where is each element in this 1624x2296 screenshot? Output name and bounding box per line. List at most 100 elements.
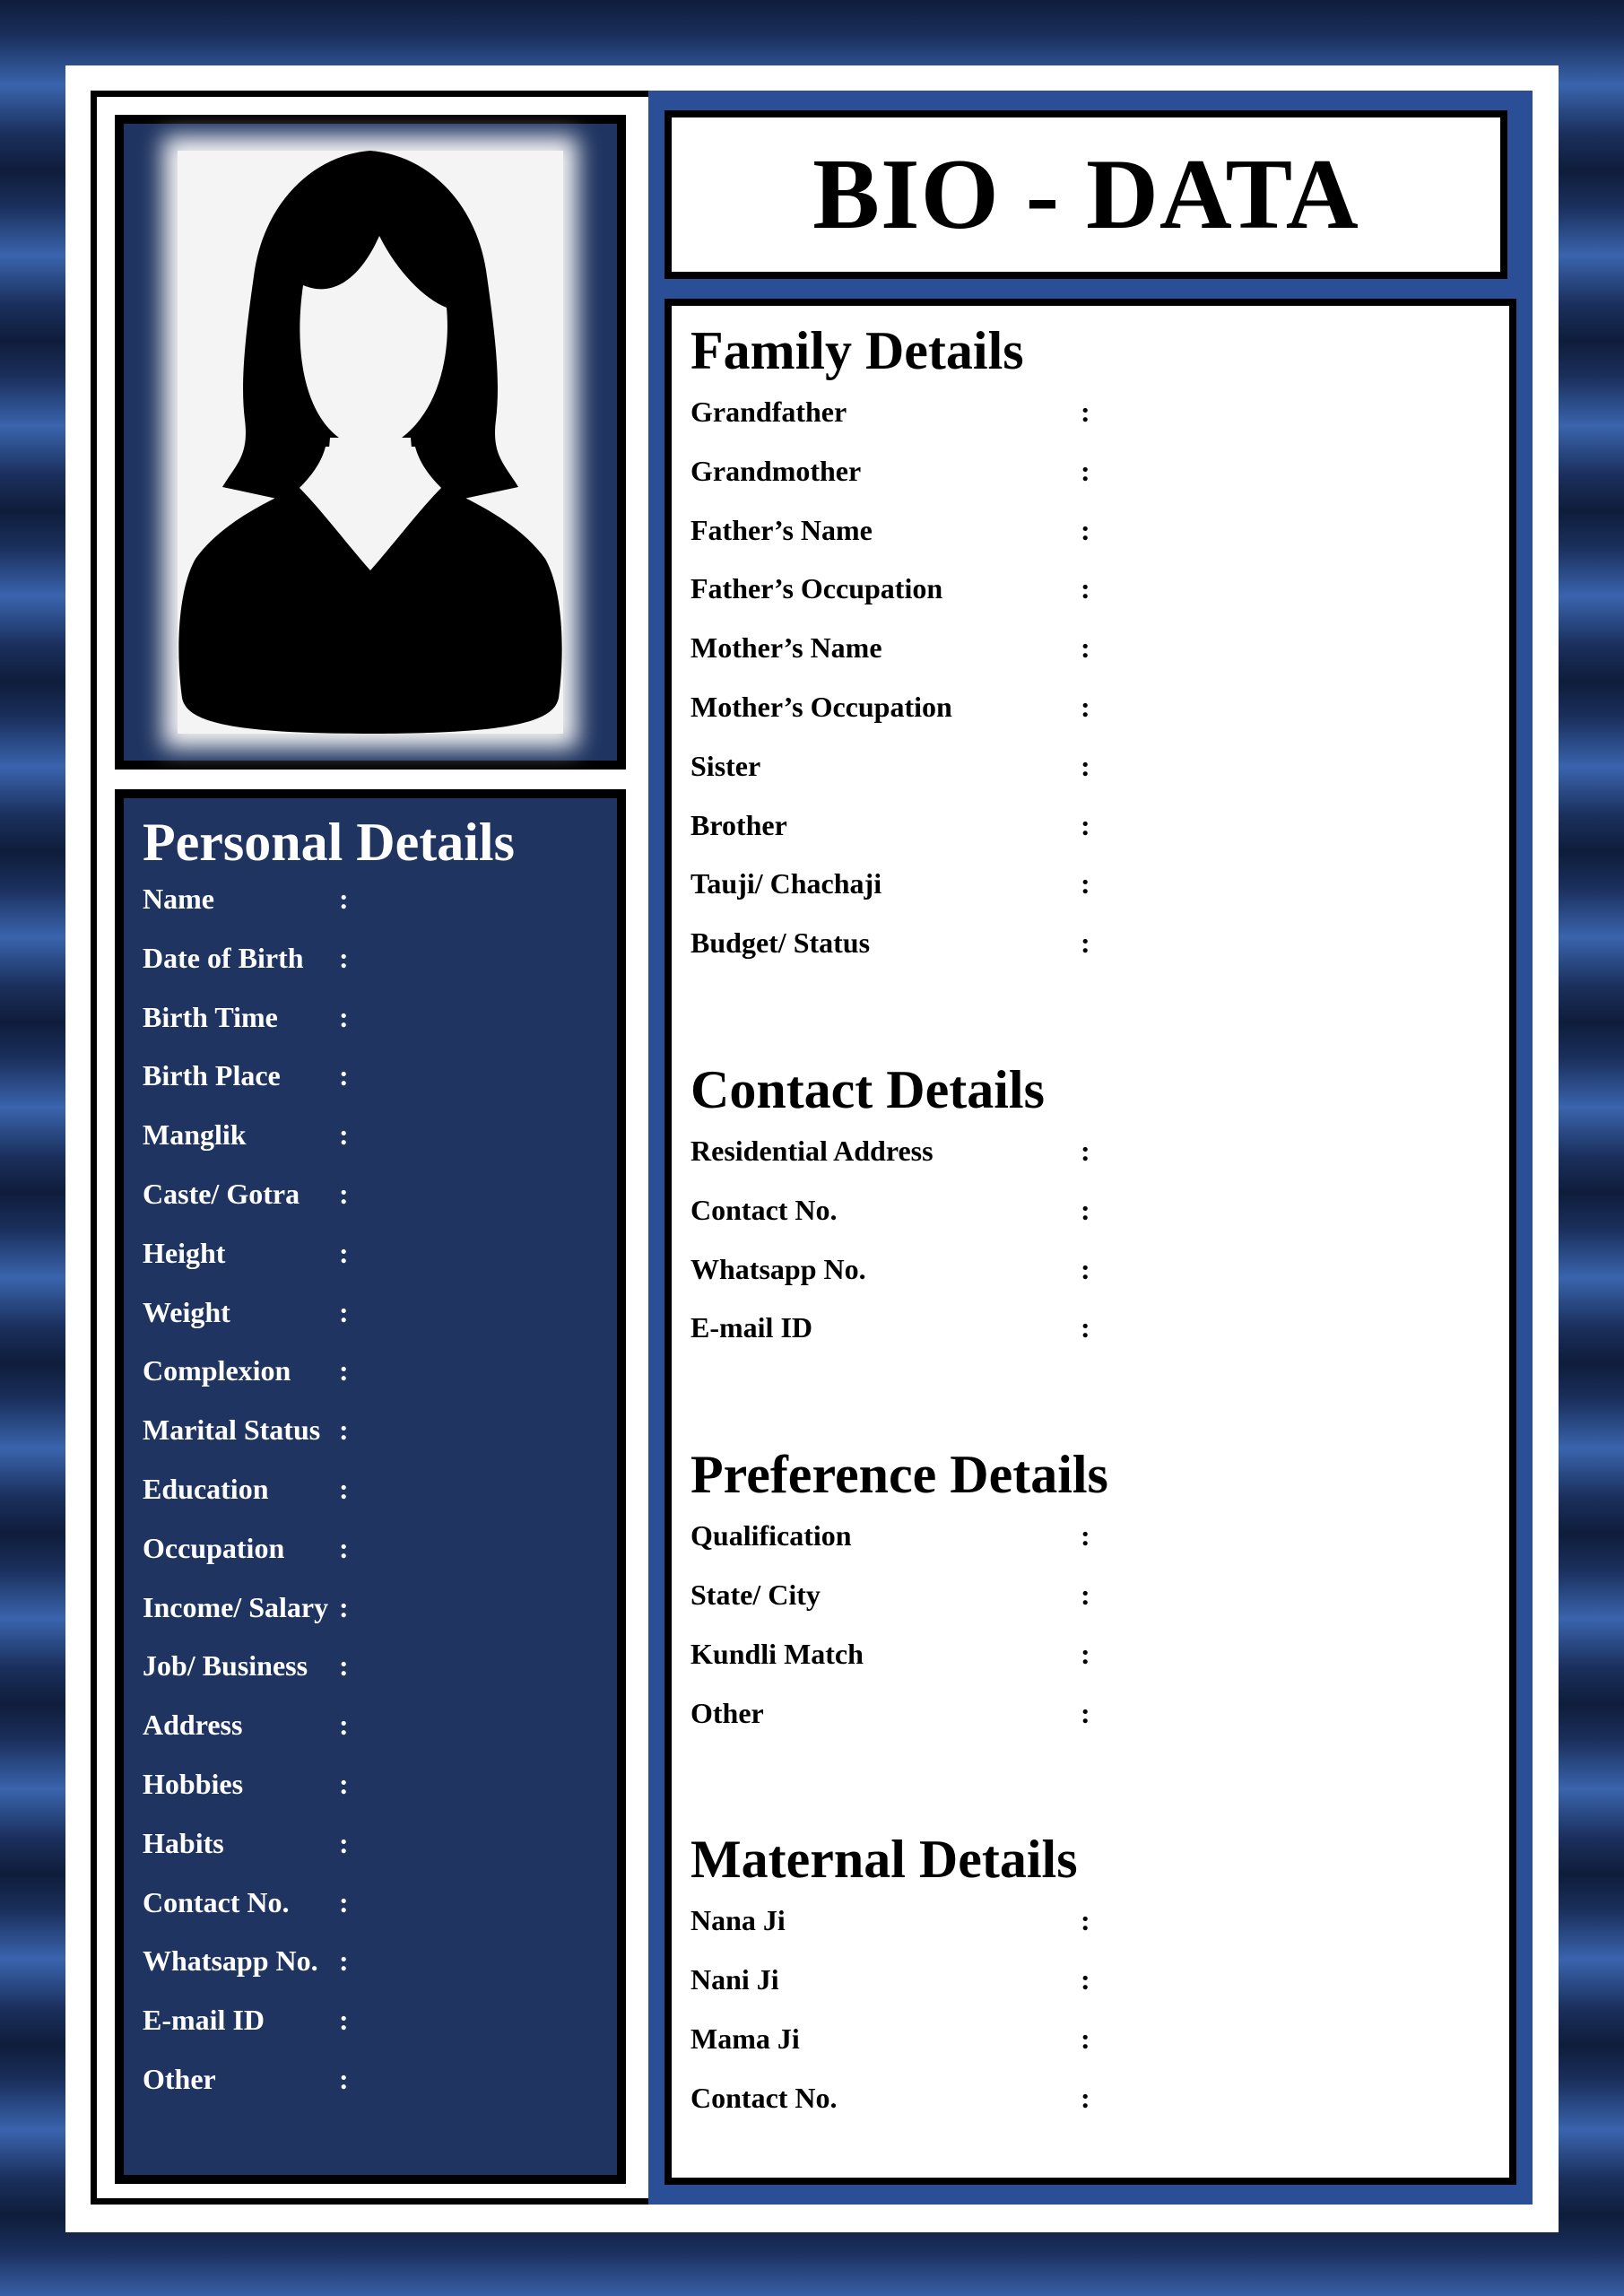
personal-detail-row: Contact No.:: [143, 1884, 617, 1944]
field-separator: :: [1081, 631, 1090, 665]
field-label: Weight: [143, 1295, 230, 1328]
field-separator: :: [339, 1354, 349, 1387]
family-detail-row: Father’s Occupation:: [690, 570, 1509, 630]
right-column: BIO - DATA Family Details Grandfather: Gr…: [648, 91, 1533, 2205]
family-details-list: Grandfather: Grandmother: Father’s Name: Fa…: [690, 394, 1509, 984]
field-separator: :: [1081, 1311, 1090, 1344]
field-label: Kundli Match: [690, 1637, 864, 1670]
field-label: Sister: [690, 749, 761, 782]
preference-details-list: Qualification: State/ City: Kundli Match: O…: [690, 1518, 1509, 1753]
field-label: Residential Address: [690, 1134, 934, 1167]
field-separator: :: [339, 1767, 349, 1800]
field-label: Whatsapp No.: [690, 1252, 866, 1285]
field-label: Nana Ji: [690, 1904, 786, 1937]
field-separator: :: [339, 1118, 349, 1152]
field-label: Address: [143, 1709, 243, 1742]
field-separator: :: [1081, 867, 1090, 900]
field-label: Grandfather: [690, 396, 847, 428]
field-label: Grandmother: [690, 454, 862, 487]
field-separator: :: [339, 1295, 349, 1328]
family-detail-row: Grandmother:: [690, 453, 1509, 512]
maternal-detail-row: Nani Ji:: [690, 1961, 1509, 2021]
field-label: Education: [143, 1472, 269, 1505]
contact-details-section: Contact Details Residential Address: Cont…: [690, 1057, 1509, 1369]
personal-detail-row: Hobbies:: [143, 1766, 617, 1825]
contact-detail-row: E-mail ID:: [690, 1309, 1509, 1369]
personal-detail-row: E-mail ID:: [143, 2002, 617, 2061]
field-separator: :: [339, 1413, 349, 1447]
field-label: Caste/ Gotra: [143, 1177, 300, 1210]
details-panel: Family Details Grandfather: Grandmother: F…: [664, 299, 1516, 2185]
female-avatar-silhouette-icon: [178, 151, 562, 734]
personal-details-list: Name: Date of Birth: Birth Time: Birth Plac…: [143, 881, 617, 2120]
maternal-detail-row: Nana Ji:: [690, 1902, 1509, 1961]
field-label: Hobbies: [143, 1767, 244, 1800]
field-separator: :: [339, 1826, 349, 1859]
field-label: Whatsapp No.: [143, 1944, 318, 1978]
field-separator: :: [339, 883, 349, 915]
family-detail-row: Father’s Name:: [690, 512, 1509, 571]
field-separator: :: [339, 1236, 349, 1269]
photo-frame[interactable]: [178, 151, 563, 734]
family-detail-row: Sister:: [690, 748, 1509, 807]
field-separator: :: [339, 1531, 349, 1564]
preference-detail-row: State/ City:: [690, 1577, 1509, 1636]
field-separator: :: [1081, 1696, 1090, 1729]
field-separator: :: [1081, 1519, 1090, 1552]
field-label: Father’s Occupation: [690, 572, 943, 605]
personal-detail-row: Birth Place:: [143, 1057, 617, 1117]
personal-detail-row: Habits:: [143, 1825, 617, 1884]
family-detail-row: Grandfather:: [690, 394, 1509, 453]
field-label: Mother’s Name: [690, 631, 882, 665]
family-detail-row: Mother’s Occupation:: [690, 689, 1509, 748]
field-separator: :: [1081, 513, 1090, 546]
field-label: Qualification: [690, 1519, 852, 1552]
preference-detail-row: Kundli Match:: [690, 1636, 1509, 1695]
field-separator: :: [1081, 926, 1090, 960]
personal-detail-row: Education:: [143, 1471, 617, 1530]
field-label: Manglik: [143, 1118, 247, 1152]
field-separator: :: [1081, 1134, 1090, 1167]
field-label: Contact No.: [690, 1193, 838, 1226]
personal-detail-row: Address:: [143, 1707, 617, 1766]
contact-detail-row: Contact No.:: [690, 1192, 1509, 1251]
family-detail-row: Mother’s Name:: [690, 630, 1509, 689]
field-separator: :: [1081, 749, 1090, 782]
personal-detail-row: Income/ Salary:: [143, 1589, 617, 1648]
field-separator: :: [339, 1590, 349, 1623]
field-separator: :: [339, 1472, 349, 1505]
family-detail-row: Brother:: [690, 807, 1509, 866]
personal-detail-row: Complexion:: [143, 1352, 617, 1412]
field-label: Occupation: [143, 1531, 285, 1564]
left-column: Personal Details Name: Date of Birth: Birt…: [91, 91, 711, 2205]
personal-detail-row: Manglik:: [143, 1117, 617, 1176]
family-detail-row: Tauji/ Chachaji:: [690, 865, 1509, 925]
family-detail-row: Budget/ Status:: [690, 925, 1509, 984]
field-separator: :: [1081, 572, 1090, 605]
personal-detail-row: Height:: [143, 1235, 617, 1294]
personal-detail-row: Caste/ Gotra:: [143, 1176, 617, 1235]
personal-detail-row: Other:: [143, 2061, 617, 2120]
field-label: Habits: [143, 1826, 224, 1859]
field-label: Height: [143, 1236, 226, 1269]
preference-detail-row: Qualification:: [690, 1518, 1509, 1577]
field-separator: :: [339, 1177, 349, 1210]
field-label: Mama Ji: [690, 2022, 800, 2055]
page-title: BIO - DATA: [812, 138, 1359, 250]
field-label: E-mail ID: [143, 2004, 265, 2037]
field-label: Contact No.: [143, 1885, 290, 1918]
field-label: Budget/ Status: [690, 926, 871, 960]
title-box: BIO - DATA: [664, 110, 1507, 279]
field-label: Marital Status: [143, 1413, 321, 1447]
personal-detail-row: Occupation:: [143, 1530, 617, 1589]
field-label: Name: [143, 883, 214, 915]
personal-details-panel: Personal Details Name: Date of Birth: Birt…: [115, 789, 626, 2184]
field-label: Nani Ji: [690, 1963, 779, 1996]
field-label: Father’s Name: [690, 513, 873, 546]
field-separator: :: [1081, 1252, 1090, 1285]
field-label: Income/ Salary: [143, 1590, 329, 1623]
field-label: Tauji/ Chachaji: [690, 867, 882, 900]
personal-detail-row: Weight:: [143, 1294, 617, 1353]
personal-detail-row: Birth Time:: [143, 999, 617, 1058]
personal-detail-row: Date of Birth:: [143, 940, 617, 999]
